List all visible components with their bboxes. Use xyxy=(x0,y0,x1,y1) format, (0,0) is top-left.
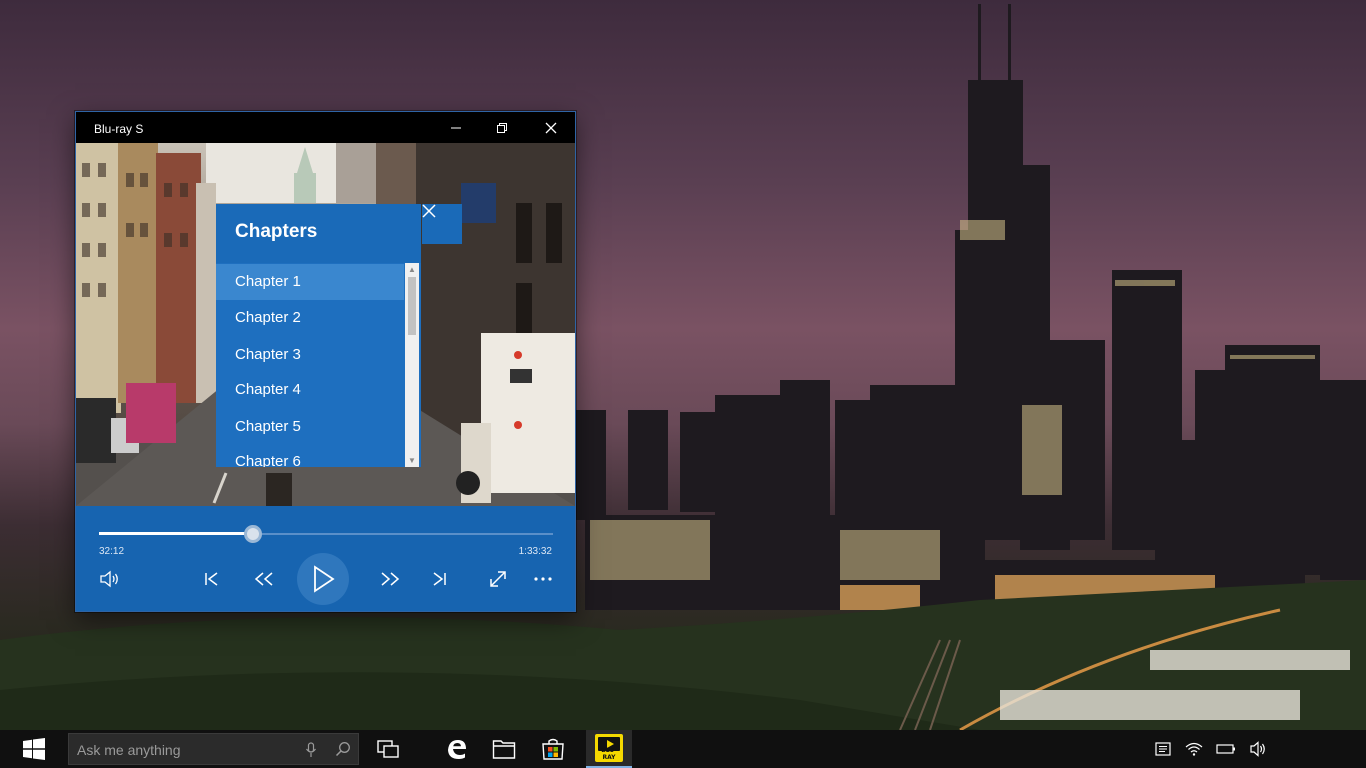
volume-button[interactable] xyxy=(92,566,128,592)
search-icon[interactable] xyxy=(335,741,351,757)
bluray-player-button[interactable]: BLU-RAY xyxy=(586,730,632,768)
fullscreen-icon xyxy=(490,571,506,587)
chapter-item[interactable]: Chapter 3 xyxy=(216,337,404,373)
windows-logo-icon xyxy=(23,738,45,760)
action-center-icon xyxy=(1155,742,1171,756)
chapter-item[interactable]: Chapter 4 xyxy=(216,372,404,408)
store-icon xyxy=(542,738,564,760)
store-button[interactable] xyxy=(530,730,576,768)
microphone-icon[interactable] xyxy=(305,742,317,758)
taskbar: Ask me anything BLU-RAY xyxy=(0,730,1366,768)
action-center-button[interactable] xyxy=(1147,730,1179,768)
chapters-title: Chapters xyxy=(235,221,318,242)
play-button[interactable] xyxy=(297,553,349,605)
restore-icon xyxy=(497,122,507,133)
battery-icon xyxy=(1216,744,1235,754)
bluray-badge-text: BLU-RAY xyxy=(601,747,617,761)
chapter-item[interactable]: Chapter 6 xyxy=(216,444,404,467)
search-input[interactable]: Ask me anything xyxy=(68,733,359,765)
fast-forward-button[interactable] xyxy=(372,566,408,592)
chapters-list[interactable]: Chapter 1 Chapter 2 Chapter 3 Chapter 4 … xyxy=(216,263,421,467)
scroll-up-arrow-icon[interactable]: ▲ xyxy=(405,263,419,276)
fullscreen-button[interactable] xyxy=(480,566,516,592)
total-time: 1:33:32 xyxy=(518,546,552,557)
chapters-close-button[interactable] xyxy=(422,204,462,244)
seek-thumb[interactable] xyxy=(244,525,263,543)
wifi-icon xyxy=(1185,742,1203,756)
battery-button[interactable] xyxy=(1210,730,1242,768)
fast-forward-icon xyxy=(381,572,400,586)
minimize-icon xyxy=(451,127,461,128)
rewind-icon xyxy=(254,572,273,586)
next-track-button[interactable] xyxy=(421,566,457,592)
bluray-player-window: Blu-ray S Chapters Chapter 1 Chapter 2 C… xyxy=(75,111,576,612)
scrollbar-thumb[interactable] xyxy=(408,277,416,335)
video-frame[interactable]: Chapters Chapter 1 Chapter 2 Chapter 3 C… xyxy=(76,143,575,506)
play-icon xyxy=(314,565,335,593)
search-placeholder: Ask me anything xyxy=(77,742,181,758)
wifi-button[interactable] xyxy=(1178,730,1210,768)
chapter-item[interactable]: Chapter 1 xyxy=(216,264,404,300)
more-options-button[interactable] xyxy=(525,566,561,592)
close-icon xyxy=(545,122,557,133)
next-track-icon xyxy=(433,572,446,586)
scroll-down-arrow-icon[interactable]: ▼ xyxy=(405,454,419,467)
transport-controls: 32:12 1:33:32 xyxy=(76,506,575,611)
chapter-item[interactable]: Chapter 2 xyxy=(216,300,404,336)
bluray-player-icon: BLU-RAY xyxy=(595,734,623,762)
close-button[interactable] xyxy=(528,112,574,143)
task-view-button[interactable] xyxy=(365,730,411,768)
file-explorer-icon xyxy=(492,740,516,759)
speaker-button[interactable] xyxy=(1243,730,1275,768)
title-bar[interactable]: Blu-ray S xyxy=(76,112,575,143)
minimize-button[interactable] xyxy=(433,112,479,143)
elapsed-time: 32:12 xyxy=(99,546,125,557)
seek-bar[interactable] xyxy=(99,525,553,543)
chapters-scrollbar[interactable]: ▲ ▼ xyxy=(405,263,419,467)
edge-icon xyxy=(448,740,466,759)
task-view-icon xyxy=(377,740,399,758)
previous-track-icon xyxy=(205,572,218,586)
previous-track-button[interactable] xyxy=(194,566,230,592)
close-icon xyxy=(422,204,436,218)
start-button[interactable] xyxy=(0,730,68,768)
more-options-icon xyxy=(534,577,552,581)
speaker-icon xyxy=(1250,741,1265,757)
chapter-item[interactable]: Chapter 5 xyxy=(216,409,404,445)
edge-button[interactable] xyxy=(434,730,480,768)
chapters-panel-header: Chapters xyxy=(216,204,421,263)
seek-progress xyxy=(99,532,254,535)
rewind-button[interactable] xyxy=(246,566,282,592)
window-title: Blu-ray S xyxy=(94,122,144,136)
volume-icon xyxy=(100,570,118,588)
file-explorer-button[interactable] xyxy=(481,730,527,768)
restore-button[interactable] xyxy=(479,112,525,143)
